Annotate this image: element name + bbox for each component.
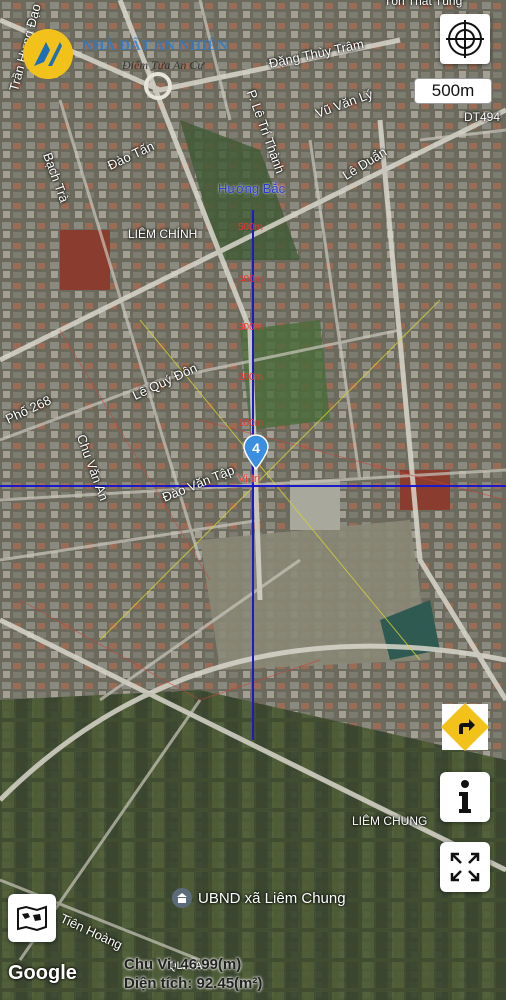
map-layers-icon [17,905,47,931]
brand-name: NHÀ ĐẤT AN NHIÊN [82,38,228,54]
distance-marks: 500m 400m 300m 200m 100m [238,222,278,429]
area-liem-chung: LIÊM CHUNG [352,814,428,828]
scale-indicator: 500m [414,78,492,104]
satellite-map[interactable] [0,0,506,1000]
marker-label: Vị trí [238,473,261,485]
location-marker[interactable]: 4 [242,434,270,471]
directions-button[interactable] [438,700,492,754]
target-button[interactable] [440,14,490,64]
fullscreen-icon [450,852,480,882]
building-icon [172,888,192,908]
marker-number: 4 [252,440,260,456]
area-liem-chinh: LIÊM CHÍNH [128,227,198,241]
distance-mark-300: 300m [238,322,264,333]
target-icon [446,20,484,58]
distance-mark-500: 500m [238,222,264,233]
brand-tagline: Điểm Tựa An Cư [122,58,204,72]
distance-mark-100: 100m [238,418,264,429]
area-text: Diện tích: 92.45(m²) [124,975,263,992]
brand-logo: NHÀ ĐẤT AN NHIÊN Điểm Tựa An Cư [22,26,272,82]
poi-ubnd[interactable]: UBND xã Liêm Chung [172,888,346,908]
distance-mark-200: 200m [238,372,264,383]
fullscreen-button[interactable] [440,842,490,892]
road-ton-that-tung: Tôn Thất Tùng [384,0,463,8]
info-icon [459,780,471,813]
poi-ubnd-label: UBND xã Liêm Chung [198,889,346,907]
map-layers-button[interactable] [8,894,56,942]
measurement-info: Chu Vi: 46.99(m) Diện tích: 92.45(m²) [124,956,262,992]
direction-label: Hướng Bắc [218,181,286,196]
logo-mark-icon [23,29,73,79]
info-button[interactable] [440,772,490,822]
google-logo: Google [8,962,77,984]
perimeter-text: Chu Vi: 46.99(m) [124,956,242,973]
directions-icon [440,702,490,752]
road-dt494: DT494 [464,110,501,124]
distance-mark-400: 400m [238,274,264,285]
scale-label: 500m [431,81,475,100]
